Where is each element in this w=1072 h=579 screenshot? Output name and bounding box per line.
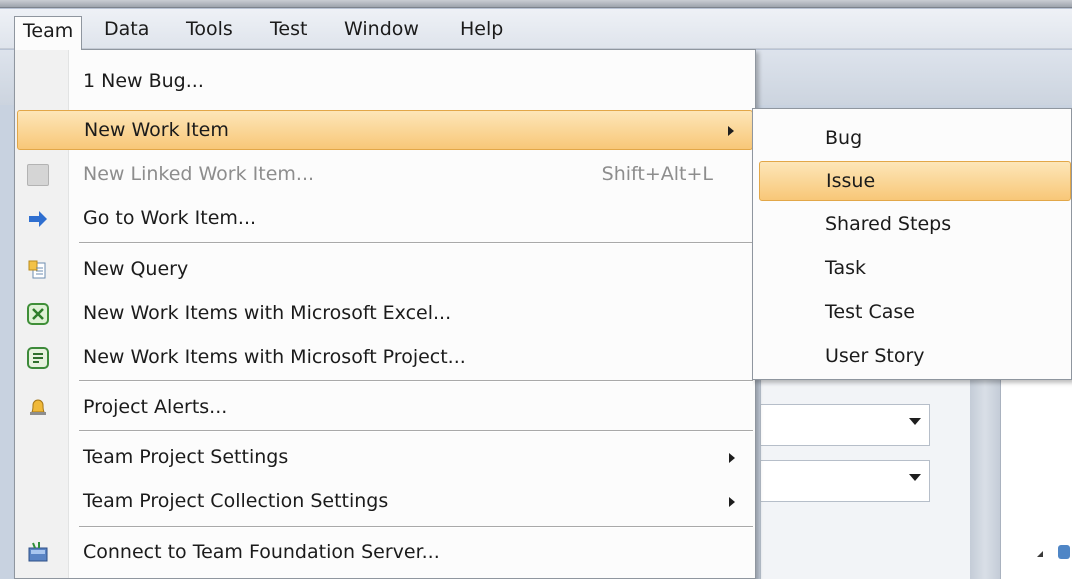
menu-item-new-bug[interactable]: 1 New Bug... <box>17 62 753 102</box>
new-query-icon <box>27 259 49 281</box>
team-menu: 1 New Bug... New Work Item New Linked Wo… <box>14 49 756 579</box>
menu-item-go-to-work-item[interactable]: Go to Work Item... <box>17 199 753 239</box>
menu-item-label: New Linked Work Item... <box>83 163 315 185</box>
menu-item-label: Connect to Team Foundation Server... <box>83 541 440 563</box>
menu-item-label: Go to Work Item... <box>83 207 257 229</box>
menu-item-label: New Work Items with Microsoft Excel... <box>83 302 452 324</box>
menu-item-label: Project Alerts... <box>83 396 228 418</box>
menu-separator <box>79 242 753 244</box>
combo-box-1[interactable] <box>760 404 930 446</box>
submenu-item-label: Shared Steps <box>825 213 952 235</box>
new-work-item-submenu: Bug Issue Shared Steps Task Test Case Us… <box>752 108 1072 380</box>
menu-item-label: New Work Items with Microsoft Project... <box>83 346 466 368</box>
menu-separator <box>79 380 753 382</box>
menu-help[interactable]: Help <box>452 15 511 45</box>
menu-item-work-items-project[interactable]: New Work Items with Microsoft Project... <box>17 338 753 378</box>
menu-data[interactable]: Data <box>96 15 157 45</box>
menu-item-new-linked-work-item[interactable]: New Linked Work Item... Shift+Alt+L <box>17 155 753 195</box>
chevron-down-icon <box>909 418 921 425</box>
menu-item-label: New Query <box>83 258 189 280</box>
menu-tools[interactable]: Tools <box>178 15 241 45</box>
menu-item-team-project-collection-settings[interactable]: Team Project Collection Settings <box>17 482 753 522</box>
menu-item-label: Team Project Collection Settings <box>83 490 389 512</box>
menu-item-shortcut: Shift+Alt+L <box>601 163 713 185</box>
menu-separator <box>79 526 753 528</box>
excel-icon <box>27 303 49 325</box>
server-icon <box>27 542 49 564</box>
menu-item-new-work-item[interactable]: New Work Item <box>17 110 753 150</box>
menu-item-label: 1 New Bug... <box>83 70 204 92</box>
pane-splitter[interactable] <box>970 370 1000 579</box>
submenu-item-issue[interactable]: Issue <box>759 161 1071 201</box>
menu-item-connect-tfs[interactable]: Connect to Team Foundation Server... <box>17 533 753 573</box>
submenu-item-test-case[interactable]: Test Case <box>759 293 1071 333</box>
submenu-item-label: User Story <box>825 345 925 367</box>
menu-item-project-alerts[interactable]: Project Alerts... <box>17 388 753 428</box>
menu-team[interactable]: Team <box>14 16 83 50</box>
menu-item-work-items-excel[interactable]: New Work Items with Microsoft Excel... <box>17 294 753 334</box>
submenu-item-label: Issue <box>826 170 876 192</box>
menu-item-team-project-settings[interactable]: Team Project Settings <box>17 438 753 478</box>
submenu-item-task[interactable]: Task <box>759 249 1071 289</box>
submenu-item-bug[interactable]: Bug <box>759 119 1071 159</box>
lock-icon <box>1058 545 1070 559</box>
submenu-item-user-story[interactable]: User Story <box>759 337 1071 377</box>
submenu-item-label: Test Case <box>825 301 915 323</box>
bell-icon <box>27 397 49 419</box>
combo-box-2[interactable] <box>760 460 930 502</box>
main-menubar: Team Data Tools Test Window Help <box>0 9 1072 50</box>
submenu-item-label: Bug <box>825 127 863 149</box>
arrow-right-icon <box>27 208 49 230</box>
linked-work-item-icon <box>27 164 49 186</box>
menu-separator <box>79 430 753 432</box>
menu-test[interactable]: Test <box>262 15 315 45</box>
submenu-arrow-icon <box>728 126 734 136</box>
project-icon <box>27 347 49 369</box>
submenu-item-label: Task <box>825 257 867 279</box>
submenu-arrow-icon <box>729 497 735 507</box>
tree-expand-icon[interactable] <box>1037 551 1043 557</box>
menu-item-label: Team Project Settings <box>83 446 289 468</box>
submenu-arrow-icon <box>729 453 735 463</box>
menu-window[interactable]: Window <box>336 15 427 45</box>
menu-item-label: New Work Item <box>84 119 229 141</box>
menu-item-new-query[interactable]: New Query <box>17 250 753 290</box>
submenu-item-shared-steps[interactable]: Shared Steps <box>759 205 1071 245</box>
chevron-down-icon <box>909 474 921 481</box>
window-title-strip <box>0 0 1072 8</box>
